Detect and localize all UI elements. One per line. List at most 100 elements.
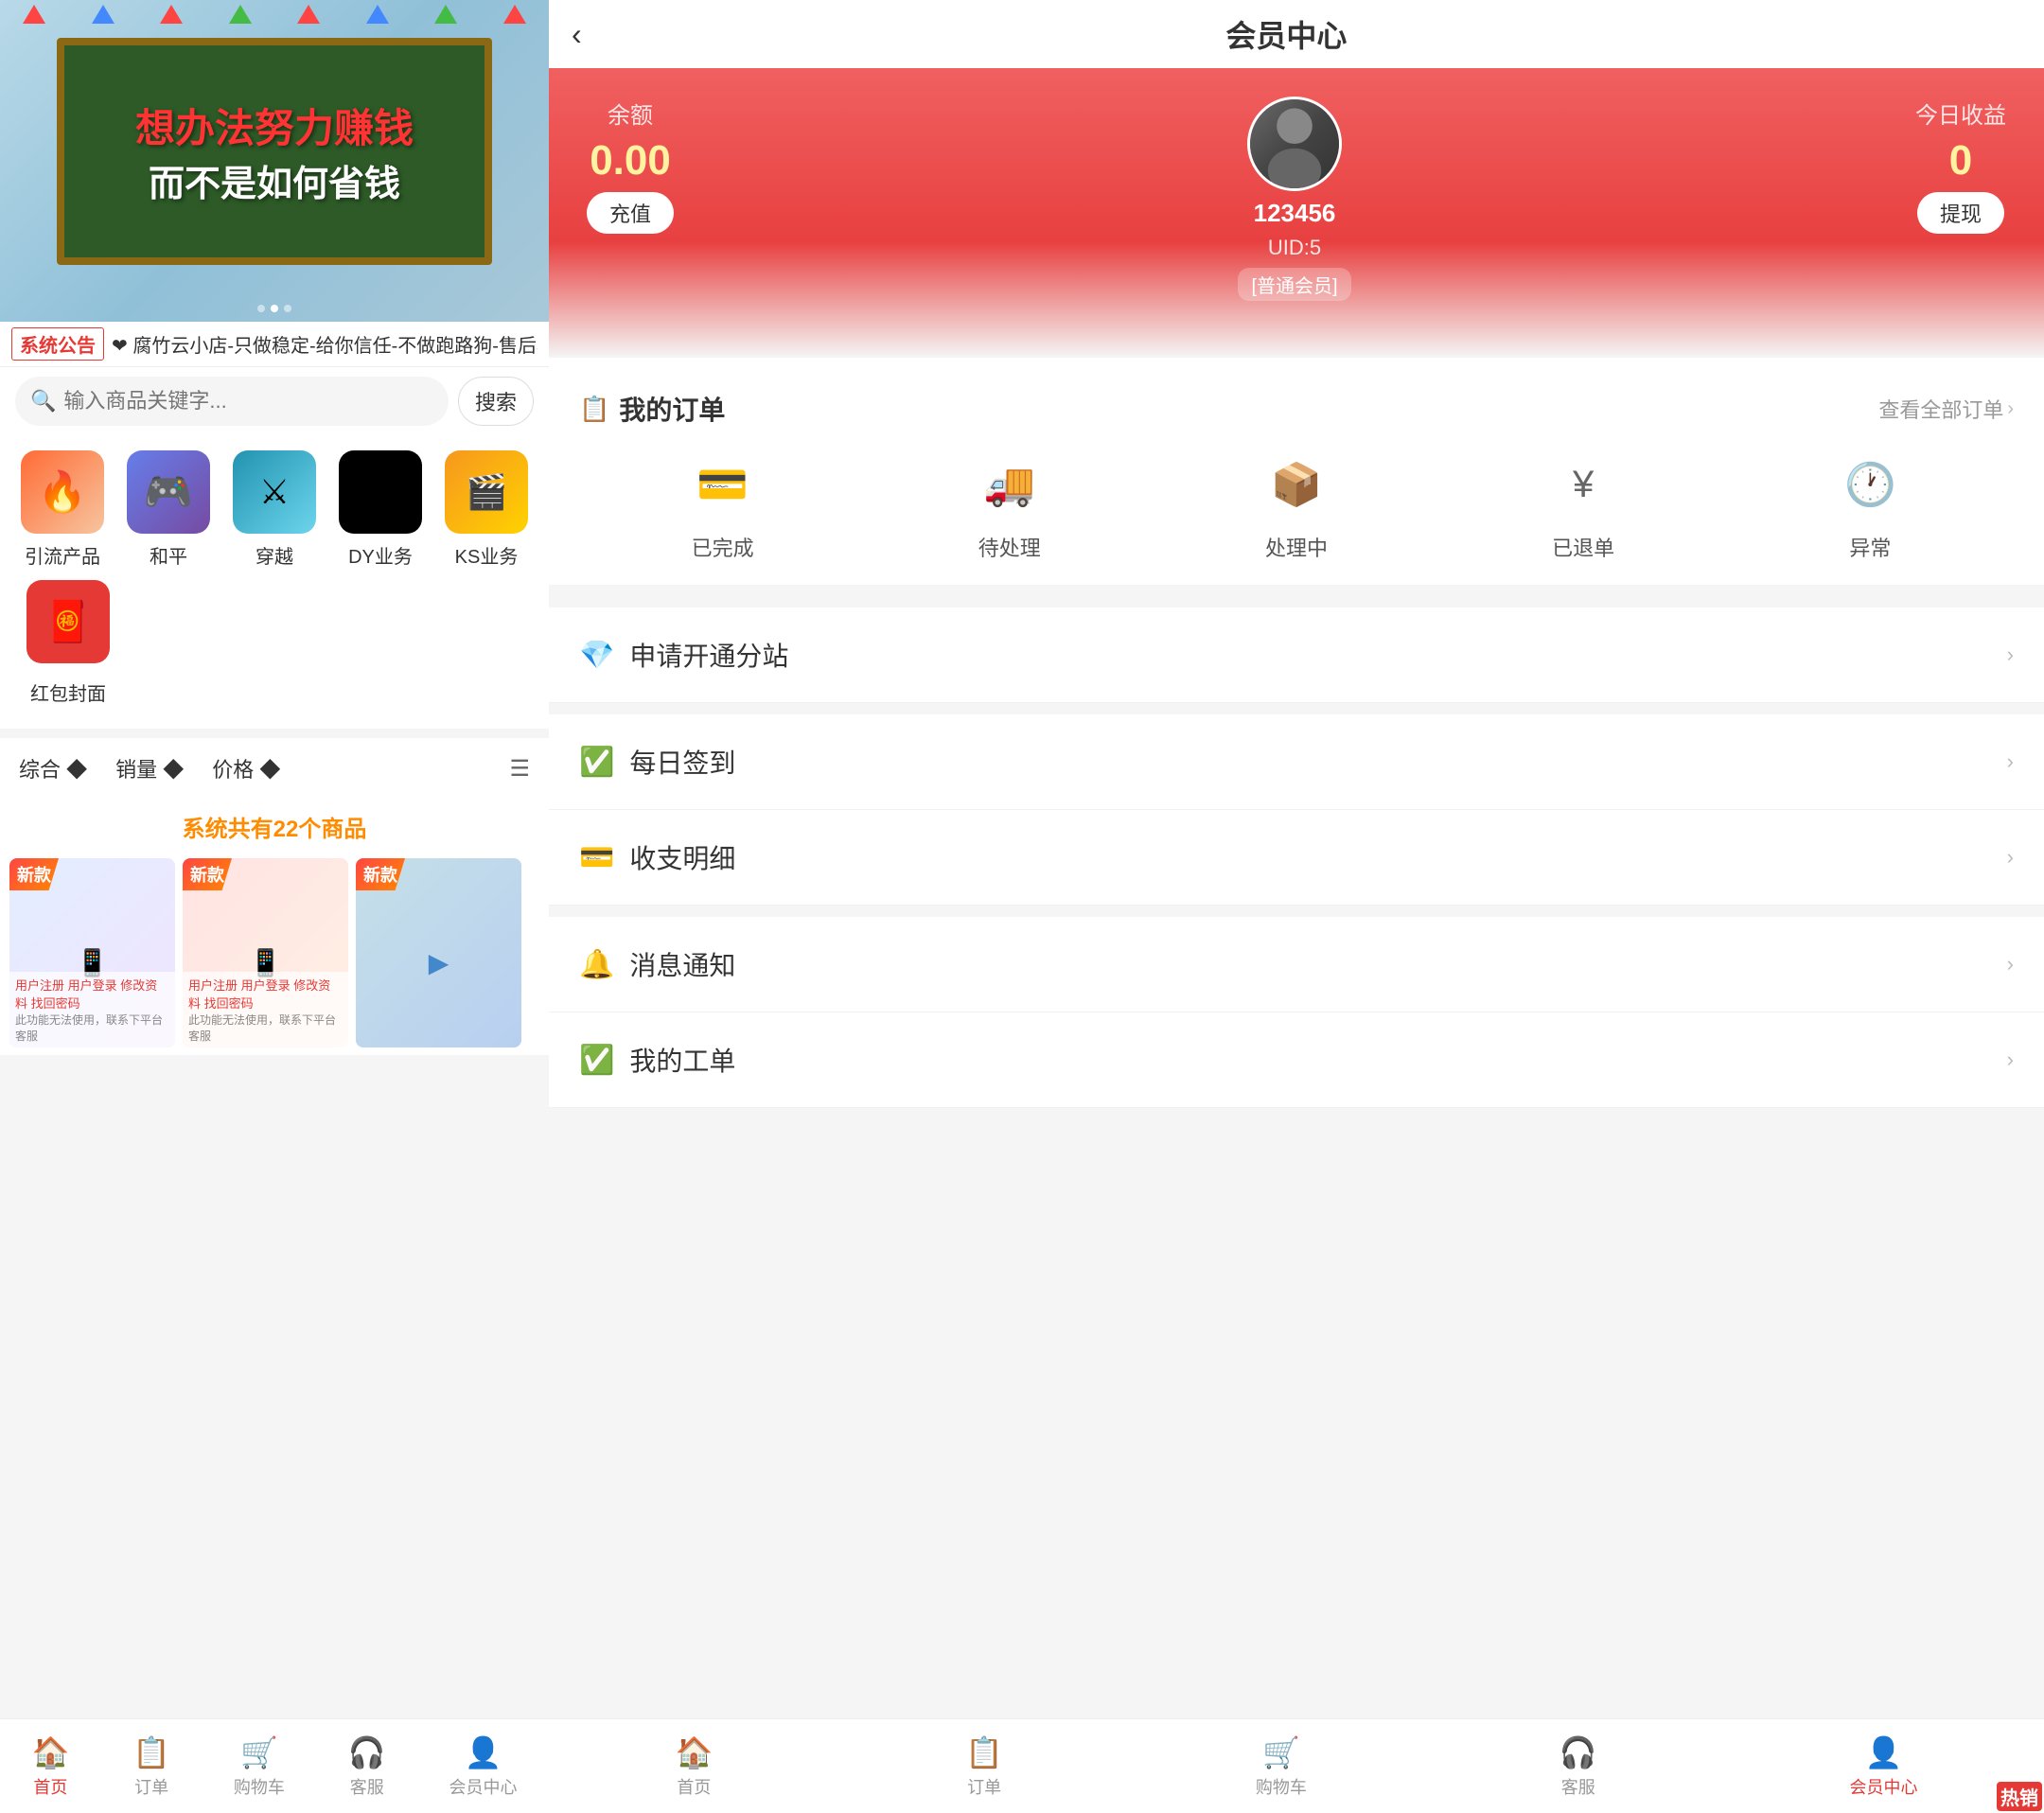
service-icon-left: 🎧: [348, 1734, 386, 1770]
second-category-row: 🧧 红包封面: [0, 569, 549, 713]
banner-dots: [257, 305, 291, 312]
order-processing[interactable]: 📦 处理中: [1259, 447, 1334, 562]
view-all-text: 查看全部订单: [1878, 394, 2003, 424]
triangle-decoration: [366, 5, 389, 24]
orders-section-header: 📋 我的订单 查看全部订单 ›: [579, 390, 2014, 428]
search-button[interactable]: 搜索: [458, 377, 534, 426]
nav-service-right[interactable]: 🎧 客服: [1559, 1734, 1597, 1799]
order-pending-icon-wrap: 🚚: [972, 447, 1048, 522]
triangle-decoration: [297, 5, 320, 24]
category-item-ks[interactable]: 🎬 KS业务: [439, 450, 534, 569]
box-icon: 📦: [1271, 460, 1323, 509]
order-refunded[interactable]: ¥ 已退单: [1545, 447, 1621, 562]
nav-member-left[interactable]: 👤 会员中心: [449, 1734, 518, 1799]
product-card-3[interactable]: 新款 ▶: [356, 858, 521, 1047]
nav-home-right[interactable]: 🏠 首页: [675, 1734, 713, 1799]
notice-tag: 系统公告: [11, 327, 104, 361]
triangle-decoration: [23, 5, 45, 24]
orders-title-text: 我的订单: [619, 390, 725, 428]
nav-member-label-left: 会员中心: [449, 1774, 518, 1799]
nav-orders-right[interactable]: 📋 订单: [965, 1734, 1003, 1799]
sort-comprehensive[interactable]: 综合 ◆: [19, 753, 87, 783]
category-label-ks: KS业务: [455, 541, 519, 569]
orders-section: 📋 我的订单 查看全部订单 › 💳 已完成 🚚: [549, 367, 2044, 585]
nav-cart-right[interactable]: 🛒 购物车: [1256, 1734, 1307, 1799]
category-label-hot: 引流产品: [25, 541, 100, 569]
member-icon-left: 👤: [465, 1734, 502, 1770]
banner-decorations: [0, 5, 549, 24]
banner-text-line2: 而不是如何省钱: [149, 154, 400, 206]
wallet-icon: 💳: [696, 460, 749, 509]
nav-cart-left[interactable]: 🛒 购物车: [234, 1734, 285, 1799]
dot: [257, 305, 265, 312]
chevron-right-icon: ›: [2007, 398, 2014, 420]
nav-orders-left[interactable]: 📋 订单: [132, 1734, 170, 1799]
withdraw-button[interactable]: 提现: [1917, 192, 2004, 234]
view-all-orders-link[interactable]: 查看全部订单 ›: [1878, 394, 2014, 424]
search-input[interactable]: [63, 389, 433, 414]
search-input-wrap[interactable]: 🔍: [15, 377, 449, 426]
product-card-1[interactable]: 新款 📱 用户注册 用户登录 修改资料 找回密码 此功能无法使用，联系下平台客服: [9, 858, 175, 1047]
nav-service-label-left: 客服: [350, 1774, 384, 1799]
avatar-image: [1250, 99, 1339, 188]
category-grid: 🔥 热销 引流产品 🎮 和平 ⚔ 穿越 ♪: [0, 435, 549, 729]
order-completed[interactable]: 💳 已完成: [685, 447, 761, 562]
order-exception-label: 异常: [1849, 532, 1891, 562]
menu-branch-text: 申请开通分站: [629, 636, 2006, 674]
left-panel: 想办法努力赚钱 而不是如何省钱 系统公告 ❤ 腐竹云小店-只做稳定-给你信任-不…: [0, 0, 549, 1813]
recharge-button[interactable]: 充值: [587, 192, 674, 234]
nav-home-left[interactable]: 🏠 首页: [31, 1734, 69, 1799]
menu-item-notification[interactable]: 🔔 消息通知 ›: [549, 917, 2044, 1012]
menu-item-branch[interactable]: 💎 申请开通分站 ›: [549, 607, 2044, 703]
diamond-icon: 💎: [579, 639, 614, 672]
menu-item-checkin[interactable]: ✅ 每日签到 ›: [549, 714, 2044, 810]
cart-icon-left: 🛒: [240, 1734, 278, 1770]
sort-sales-label: 销量 ◆: [115, 753, 184, 783]
category-item-dy[interactable]: ♪ DY业务: [333, 450, 428, 569]
nav-home-label-left: 首页: [33, 1774, 67, 1799]
menu-workorder-text: 我的工单: [629, 1041, 2006, 1079]
products-grid: 新款 📱 用户注册 用户登录 修改资料 找回密码 此功能无法使用，联系下平台客服…: [0, 851, 549, 1055]
triangle-decoration: [92, 5, 115, 24]
order-pending[interactable]: 🚚 待处理: [972, 447, 1048, 562]
product-card-2[interactable]: 新款 📱 用户注册 用户登录 修改资料 找回密码 此功能无法使用，联系下平台客服: [183, 858, 348, 1047]
nav-service-left[interactable]: 🎧 客服: [348, 1734, 386, 1799]
right-header: ‹ 会员中心: [549, 0, 2044, 68]
right-panel: ‹ 会员中心 余额 0.00 充值 123456 UID:5 [普通会员]: [549, 0, 2044, 1813]
order-processing-icon-wrap: 📦: [1259, 447, 1334, 522]
product-text-1: 用户注册 用户登录 修改资料 找回密码 此功能无法使用，联系下平台客服: [9, 972, 175, 1047]
dot-active: [271, 305, 278, 312]
search-icon: 🔍: [30, 389, 56, 414]
back-button[interactable]: ‹: [572, 17, 582, 52]
sort-sales[interactable]: 销量 ◆: [115, 753, 184, 783]
checkin-chevron-icon: ›: [2007, 749, 2014, 774]
menu-item-workorder[interactable]: ✅ 我的工单 ›: [549, 1012, 2044, 1108]
order-exception[interactable]: 🕐 异常: [1832, 447, 1908, 562]
product-text-2: 用户注册 用户登录 修改资料 找回密码 此功能无法使用，联系下平台客服: [183, 972, 348, 1047]
red-envelope-label: 红包封面: [30, 678, 106, 706]
right-scroll-area: 📋 我的订单 查看全部订单 › 💳 已完成 🚚: [549, 358, 2044, 1718]
category-label-peace: 和平: [150, 541, 187, 569]
sort-price-label: 价格 ◆: [212, 753, 280, 783]
list-view-icon[interactable]: ☰: [509, 755, 530, 783]
workorder-chevron-icon: ›: [2007, 1047, 2014, 1072]
product-image-3: ▶: [429, 947, 449, 978]
orders-icon-left: 📋: [132, 1734, 170, 1770]
category-label-dy: DY业务: [348, 541, 413, 569]
new-badge-3: 新款: [356, 858, 405, 890]
new-badge: 新款: [9, 858, 59, 890]
order-refunded-label: 已退单: [1552, 532, 1614, 562]
search-bar: 🔍 搜索: [0, 367, 549, 435]
finance-icon: 💳: [579, 841, 614, 874]
red-envelope-item[interactable]: 🧧 红包封面: [26, 580, 110, 706]
sort-price[interactable]: 价格 ◆: [212, 753, 280, 783]
category-item-hot[interactable]: 🔥 热销 引流产品: [15, 450, 110, 569]
nav-member-right[interactable]: 👤 会员中心: [1850, 1734, 1918, 1799]
category-item-peace[interactable]: 🎮 和平: [121, 450, 216, 569]
menu-item-finance[interactable]: 💳 收支明细 ›: [549, 810, 2044, 906]
notice-text: ❤ 腐竹云小店-只做稳定-给你信任-不做跑路狗-售后稳定❤: [112, 330, 537, 358]
nav-cart-label-left: 购物车: [234, 1774, 285, 1799]
category-item-cross[interactable]: ⚔ 穿越: [227, 450, 322, 569]
nav-home-label-right: 首页: [677, 1774, 711, 1799]
order-completed-icon-wrap: 💳: [685, 447, 761, 522]
